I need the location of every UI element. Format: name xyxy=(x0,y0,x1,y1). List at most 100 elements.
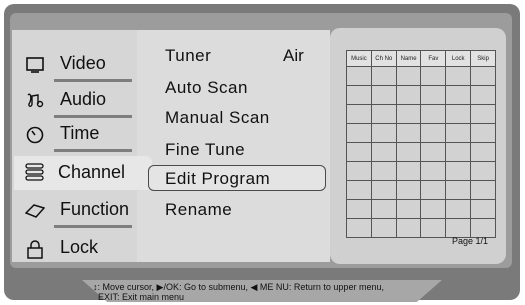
help-text: ↕: Move cursor, ▶/OK: Go to submenu, ◀ M… xyxy=(93,282,443,302)
table-cell xyxy=(346,123,372,143)
table-cell xyxy=(395,218,422,238)
sidebar-item-label: Time xyxy=(60,123,100,143)
padlock-icon xyxy=(27,240,43,259)
table-cell xyxy=(420,104,447,124)
table-cell xyxy=(346,142,372,162)
table-cell xyxy=(370,142,397,162)
divider xyxy=(54,225,132,228)
table-row[interactable] xyxy=(346,85,496,105)
table-cell xyxy=(395,142,422,162)
sidebar-item-label: Channel xyxy=(58,162,126,182)
table-cell xyxy=(370,123,397,143)
table-cell xyxy=(370,104,397,124)
table-cell xyxy=(420,85,447,105)
table-cell xyxy=(445,218,472,238)
channel-list-icon xyxy=(25,163,44,181)
help-line-2: EXIT: Exit main menu xyxy=(98,292,185,302)
help-line-1: ↕: Move cursor, ▶/OK: Go to submenu, ◀ M… xyxy=(93,282,384,292)
column-header: Lock xyxy=(445,50,472,67)
table-cell xyxy=(346,66,372,86)
table-cell xyxy=(395,199,422,219)
sidebar-item-video[interactable]: Video xyxy=(14,48,138,82)
table-cell xyxy=(395,123,422,143)
table-row[interactable] xyxy=(346,180,496,200)
table-cell xyxy=(445,123,472,143)
table-cell xyxy=(346,180,372,200)
sidebar-item-function[interactable]: Function xyxy=(14,194,138,228)
sidebar-item-label: Video xyxy=(60,53,106,73)
diamond-icon xyxy=(25,204,45,218)
table-cell xyxy=(346,161,372,181)
table-cell xyxy=(346,199,372,219)
sidebar-item-label: Function xyxy=(60,199,130,219)
sidebar-item-audio[interactable]: Audio xyxy=(14,84,138,118)
table-row[interactable] xyxy=(346,66,496,86)
table-cell xyxy=(445,104,472,124)
menu-item-auto-scan[interactable]: Auto Scan xyxy=(165,78,248,98)
table-cell xyxy=(470,199,496,219)
table-row[interactable] xyxy=(346,123,496,143)
table-cell xyxy=(470,142,496,162)
table-cell xyxy=(370,180,397,200)
table-row[interactable] xyxy=(346,104,496,124)
table-cell xyxy=(420,123,447,143)
table-cell xyxy=(370,161,397,181)
monitor-icon xyxy=(26,57,44,73)
clock-icon xyxy=(26,126,44,144)
table-cell xyxy=(445,66,472,86)
column-header: Ch No xyxy=(370,50,397,67)
table-cell xyxy=(395,85,422,105)
table-cell xyxy=(470,66,496,86)
menu-item-edit-program[interactable]: Edit Program xyxy=(165,169,270,189)
page-indicator: Page 1/1 xyxy=(452,236,489,246)
tuner-value: Air xyxy=(283,46,304,65)
menu-item-fine-tune[interactable]: Fine Tune xyxy=(165,140,245,160)
table-cell xyxy=(470,218,496,238)
table-cell xyxy=(470,123,496,143)
sidebar-item-label: Lock xyxy=(60,237,99,257)
column-header: Name xyxy=(395,50,422,67)
table-cell xyxy=(395,180,422,200)
sidebar-item-lock[interactable]: Lock xyxy=(14,232,138,266)
table-cell xyxy=(470,161,496,181)
menu-item-rename[interactable]: Rename xyxy=(165,200,232,220)
program-grid: Music Ch No Name Fav Lock Skip xyxy=(346,50,496,238)
music-note-icon xyxy=(27,93,44,108)
program-table: Music Ch No Name Fav Lock Skip xyxy=(346,50,496,238)
table-cell xyxy=(470,104,496,124)
table-cell xyxy=(445,199,472,219)
table-cell xyxy=(370,218,397,238)
divider xyxy=(54,79,132,82)
table-cell xyxy=(445,161,472,181)
table-cell xyxy=(420,66,447,86)
sidebar-item-time[interactable]: Time xyxy=(14,118,138,152)
table-cell xyxy=(370,85,397,105)
table-cell xyxy=(445,142,472,162)
table-cell xyxy=(470,85,496,105)
column-header: Fav xyxy=(420,50,447,67)
table-cell xyxy=(395,66,422,86)
table-cell xyxy=(420,218,447,238)
table-row[interactable] xyxy=(346,199,496,219)
table-cell xyxy=(445,180,472,200)
sidebar-item-label: Audio xyxy=(60,89,107,109)
menu-item-manual-scan[interactable]: Manual Scan xyxy=(165,108,270,128)
table-row[interactable] xyxy=(346,142,496,162)
table-cell xyxy=(420,199,447,219)
table-cell xyxy=(370,66,397,86)
table-row[interactable] xyxy=(346,161,496,181)
sidebar-item-channel[interactable]: Channel xyxy=(14,156,152,190)
table-cell xyxy=(346,85,372,105)
table-cell xyxy=(420,161,447,181)
table-cell xyxy=(370,199,397,219)
table-cell xyxy=(420,180,447,200)
table-cell xyxy=(395,161,422,181)
table-row[interactable] xyxy=(346,218,496,238)
table-cell xyxy=(346,104,372,124)
column-header: Skip xyxy=(470,50,496,67)
table-cell xyxy=(395,104,422,124)
menu-item-tuner[interactable]: Tuner xyxy=(165,46,211,66)
table-cell xyxy=(470,180,496,200)
table-cell xyxy=(420,142,447,162)
column-header: Music xyxy=(346,50,372,67)
